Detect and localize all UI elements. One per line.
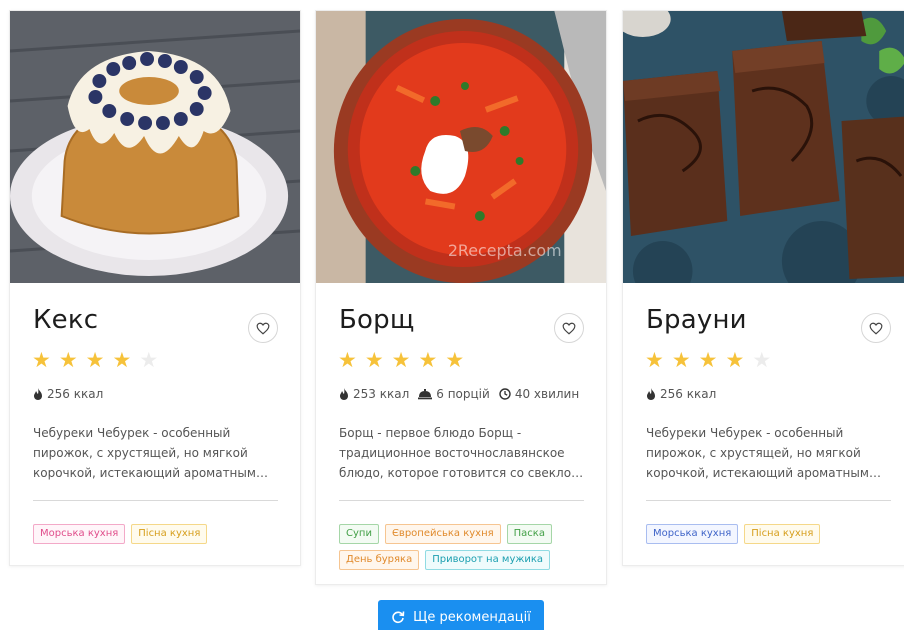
recipe-title: Кекс	[33, 305, 99, 335]
star-icon: ★	[752, 348, 772, 372]
calories-value: 256 ккал	[47, 387, 104, 401]
favorite-button[interactable]	[861, 313, 891, 343]
recipe-description: Чебуреки Чебурек - особенный пирожок, с …	[646, 426, 869, 480]
favorite-button[interactable]	[554, 313, 584, 343]
tag[interactable]: Морська кухня	[33, 524, 126, 544]
rating-stars: ★ ★ ★ ★ ★	[338, 349, 464, 371]
calories-value: 253 ккал	[353, 387, 410, 401]
calories: 256 ккал	[646, 387, 716, 401]
calories: 253 ккал	[339, 387, 409, 401]
star-icon: ★	[391, 348, 411, 372]
cook-time-value: 40 хвилин	[514, 387, 580, 401]
star-icon: ★	[445, 348, 465, 372]
calories-value: 256 ккал	[660, 387, 717, 401]
recipe-title: Брауни	[646, 305, 747, 335]
cook-time: 40 хвилин	[499, 387, 579, 401]
star-icon: ★	[338, 348, 357, 372]
heart-icon	[256, 322, 270, 335]
tag[interactable]: Пісна кухня	[744, 524, 821, 544]
dish-icon	[418, 388, 433, 399]
brownie-photo	[623, 11, 904, 283]
recipe-photo[interactable]	[10, 11, 300, 283]
recipe-description: Борщ - первое блюдо Борщ - традиционное …	[339, 426, 583, 480]
tag[interactable]: Морська кухня	[646, 524, 739, 544]
tag[interactable]: Супи	[339, 524, 379, 544]
recipe-card[interactable]: Брауни ★ ★ ★ ★ ★ 256 ккал Чебуреки Чебур…	[622, 10, 904, 566]
rating-stars: ★ ★ ★ ★ ★	[645, 349, 771, 371]
recipe-card[interactable]: 2Recepta.com Борщ ★ ★ ★ ★ ★ 253 ккал 6 п…	[315, 10, 607, 585]
star-icon: ★	[58, 348, 78, 372]
portions-value: 6 порцій	[436, 387, 490, 401]
borscht-photo: 2Recepta.com	[316, 11, 606, 283]
tag-list: Супи Європейська кухня Паска День буряка…	[339, 524, 589, 570]
heart-icon	[562, 322, 576, 335]
recipe-meta: 256 ккал	[646, 387, 716, 401]
flame-icon	[340, 388, 348, 400]
cake-photo	[10, 11, 300, 283]
watermark: 2Recepta.com	[448, 241, 562, 260]
flame-icon	[647, 388, 655, 400]
recipe-photo[interactable]	[623, 11, 904, 283]
refresh-icon	[392, 611, 405, 624]
tag[interactable]: Пісна кухня	[131, 524, 208, 544]
recipe-meta: 256 ккал	[33, 387, 103, 401]
star-icon: ★	[671, 348, 691, 372]
calories: 256 ккал	[33, 387, 103, 401]
star-icon: ★	[645, 348, 664, 372]
tag[interactable]: День буряка	[339, 550, 420, 570]
clock-icon	[499, 388, 511, 400]
star-icon: ★	[698, 348, 718, 372]
more-recommendations-button[interactable]: Ще рекомендації	[378, 600, 544, 630]
star-icon: ★	[139, 348, 159, 372]
star-icon: ★	[112, 348, 132, 372]
star-icon: ★	[85, 348, 105, 372]
divider	[646, 500, 891, 501]
divider	[339, 500, 584, 501]
flame-icon	[34, 388, 42, 400]
star-icon: ★	[725, 348, 745, 372]
recipe-card[interactable]: Кекс ★ ★ ★ ★ ★ 256 ккал Чебуреки Чебурек…	[9, 10, 301, 566]
portions: 6 порцій	[418, 387, 490, 401]
heart-icon	[869, 322, 883, 335]
more-button-label: Ще рекомендації	[413, 609, 531, 625]
recipe-title: Борщ	[339, 305, 415, 335]
tag[interactable]: Європейська кухня	[384, 524, 501, 544]
recipe-description: Чебуреки Чебурек - особенный пирожок, с …	[33, 426, 256, 480]
tag-list: Морська кухня Пісна кухня	[33, 524, 283, 544]
star-icon: ★	[364, 348, 384, 372]
recipe-meta: 253 ккал 6 порцій 40 хвилин	[339, 387, 579, 401]
tag-list: Морська кухня Пісна кухня	[646, 524, 896, 544]
star-icon: ★	[418, 348, 438, 372]
tag[interactable]: Паска	[506, 524, 552, 544]
rating-stars: ★ ★ ★ ★ ★	[32, 349, 158, 371]
recipe-photo[interactable]: 2Recepta.com	[316, 11, 606, 283]
tag[interactable]: Приворот на мужика	[425, 550, 551, 570]
divider	[33, 500, 278, 501]
star-icon: ★	[32, 348, 51, 372]
favorite-button[interactable]	[248, 313, 278, 343]
